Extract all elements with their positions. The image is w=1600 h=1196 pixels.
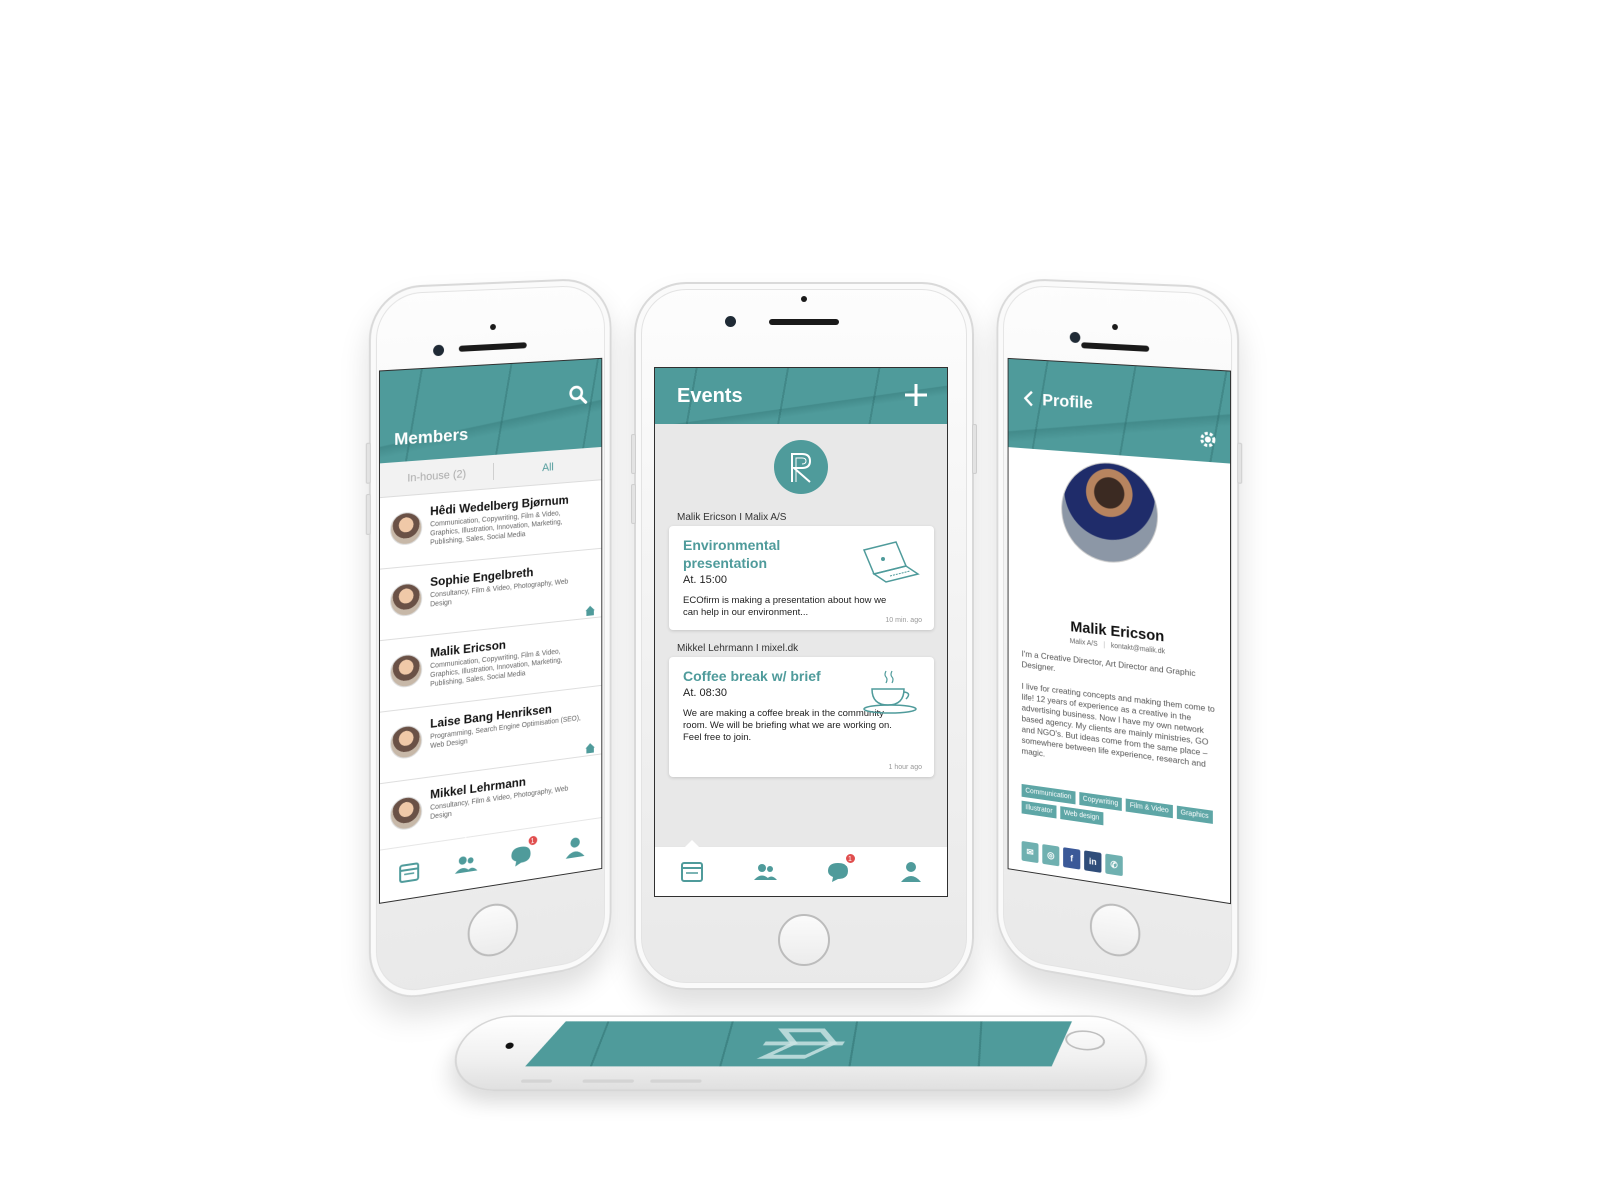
tab-messages[interactable]: 1	[507, 839, 534, 871]
tab-profile[interactable]	[897, 858, 925, 886]
splash-screen	[525, 1021, 1072, 1066]
skill-tag: Copywriting	[1079, 792, 1122, 811]
event-card[interactable]: Environmental presentation At. 15:00 ECO…	[669, 526, 934, 630]
event-timestamp: 1 hour ago	[889, 764, 922, 771]
avatar	[390, 582, 422, 618]
user-icon	[898, 859, 924, 885]
home-button	[1090, 900, 1140, 960]
linkedin-icon[interactable]: in	[1084, 850, 1101, 873]
earpiece-speaker	[1081, 342, 1149, 352]
event-author: Malik Ericson I Malix A/S	[677, 512, 786, 523]
profile-phone: Profile Malik Ericson Malix A/S | kontak…	[996, 277, 1239, 1006]
avatar	[390, 511, 422, 546]
phone-icon[interactable]: ✆	[1105, 854, 1122, 877]
members-screen: Members In-house (2) All Hêdi Wedelberg …	[379, 358, 602, 904]
avatar	[390, 724, 422, 761]
splash-phone	[444, 1015, 1157, 1091]
front-camera	[433, 345, 444, 357]
side-button	[650, 1079, 702, 1082]
event-author: Mikkel Lehrmann I mixel.dk	[677, 643, 798, 654]
earpiece-speaker	[769, 319, 839, 325]
member-list: Hêdi Wedelberg Bjørnum Communication, Co…	[380, 480, 601, 855]
skill-tag: Illustrator	[1022, 801, 1057, 819]
earpiece-speaker	[459, 342, 527, 352]
front-sensor	[1112, 324, 1118, 330]
splash-logo-icon	[731, 1026, 874, 1062]
facebook-icon[interactable]: f	[1063, 847, 1080, 869]
events-phone: Events Malik Ericson I Malix A/S Environ…	[634, 282, 974, 990]
social-links: ✉ ◎ f in ✆	[1022, 841, 1123, 876]
search-icon[interactable]	[568, 383, 589, 406]
page-title: Events	[677, 385, 743, 408]
tab-messages[interactable]: 1	[824, 858, 852, 886]
volume-up-button	[631, 434, 636, 474]
side-button	[521, 1079, 552, 1082]
front-sensor	[801, 296, 807, 302]
notification-badge: 1	[527, 834, 538, 846]
volume-down-button	[366, 494, 371, 535]
front-camera	[1070, 332, 1081, 343]
page-title: Members	[394, 425, 468, 450]
tab-profile[interactable]	[561, 831, 587, 863]
plus-icon[interactable]	[903, 382, 929, 408]
notification-badge: 1	[845, 853, 856, 864]
members-icon	[452, 849, 477, 879]
skill-tags: Communication Copywriting Film & Video G…	[1022, 784, 1220, 842]
profile-photo	[1061, 459, 1158, 567]
side-button	[582, 1079, 634, 1082]
tab-events[interactable]	[678, 858, 706, 886]
coffee-cup-icon	[860, 667, 922, 717]
members-app-bar: Members	[380, 359, 601, 464]
house-icon	[585, 604, 596, 617]
avatar	[390, 653, 422, 689]
front-camera	[505, 1043, 515, 1049]
skill-tag: Web design	[1060, 806, 1103, 825]
r-logo-icon	[786, 450, 816, 484]
laptop-icon	[860, 536, 922, 586]
event-title: Environmental presentation	[683, 536, 853, 572]
events-screen: Events Malik Ericson I Malix A/S Environ…	[654, 367, 948, 897]
event-timestamp: 10 min. ago	[885, 617, 922, 624]
back-chevron-icon[interactable]	[1022, 389, 1035, 408]
home-button	[778, 914, 830, 966]
active-tab-pointer	[685, 840, 699, 847]
power-button	[972, 424, 977, 474]
profile-app-bar: Profile	[1009, 359, 1230, 464]
gear-icon[interactable]	[1198, 429, 1218, 451]
home-button	[468, 900, 518, 960]
power-button	[1237, 443, 1242, 484]
events-app-bar: Events	[655, 368, 947, 424]
house-icon	[585, 741, 596, 754]
profile-bio: I'm a Creative Director, Art Director an…	[1022, 648, 1216, 793]
members-icon	[752, 859, 778, 885]
mail-icon[interactable]: ✉	[1022, 841, 1039, 863]
skill-tag: Film & Video	[1126, 799, 1173, 819]
front-sensor	[490, 324, 496, 330]
home-button	[1063, 1030, 1108, 1050]
dribbble-icon[interactable]: ◎	[1042, 844, 1059, 866]
events-icon	[396, 857, 422, 887]
bottom-tab-bar: 1	[655, 846, 947, 896]
event-title: Coffee break w/ brief	[683, 667, 853, 685]
volume-up-button	[366, 443, 371, 484]
event-card[interactable]: Coffee break w/ brief At. 08:30 We are m…	[669, 657, 934, 777]
avatar	[390, 795, 422, 832]
profile-screen: Profile Malik Ericson Malix A/S | kontak…	[1008, 358, 1231, 904]
tab-members[interactable]	[451, 848, 478, 880]
user-icon	[562, 832, 586, 861]
tab-members[interactable]	[751, 858, 779, 886]
community-logo	[774, 440, 828, 494]
events-icon	[679, 859, 705, 885]
front-camera	[725, 316, 736, 327]
tab-events[interactable]	[395, 856, 423, 889]
bio-paragraph: I live for creating concepts and making …	[1022, 681, 1216, 783]
active-tab-pointer	[458, 836, 472, 845]
members-phone: Members In-house (2) All Hêdi Wedelberg …	[369, 277, 612, 1006]
profile-company: Malix A/S	[1070, 638, 1098, 648]
volume-down-button	[631, 484, 636, 524]
event-description: ECOfirm is making a presentation about h…	[683, 595, 893, 619]
page-title: Profile	[1042, 390, 1092, 413]
skill-tag: Graphics	[1177, 806, 1213, 824]
